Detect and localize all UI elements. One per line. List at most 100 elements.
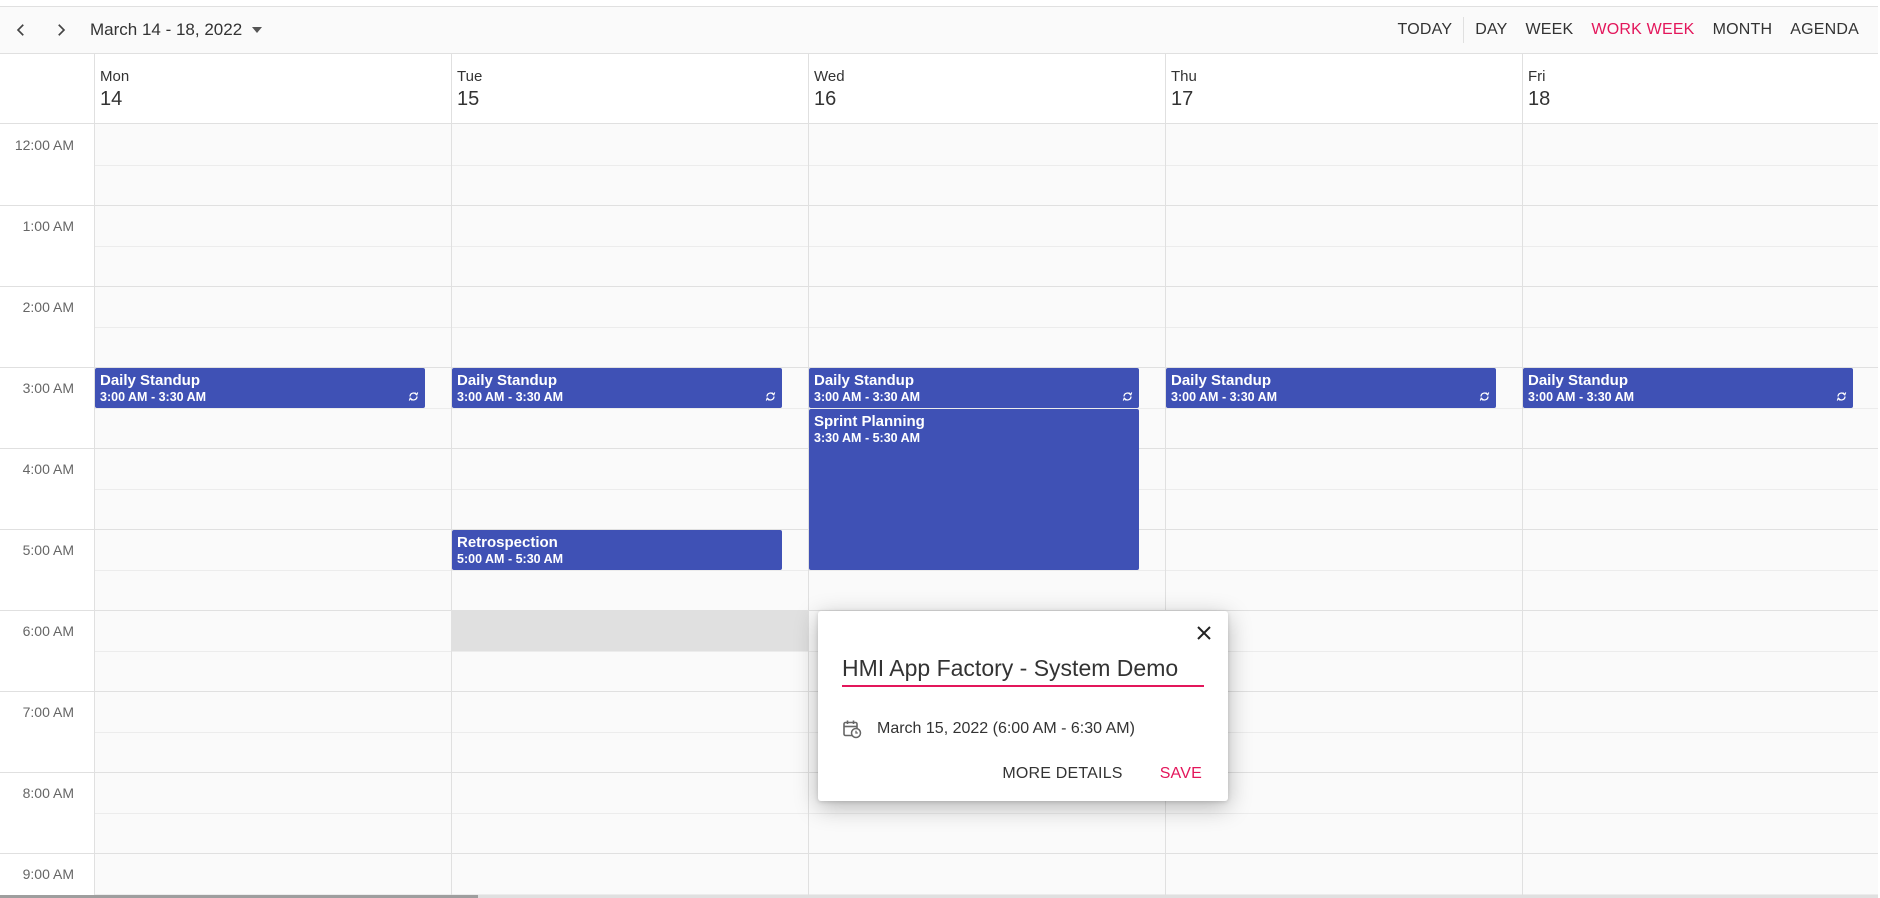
view-agenda-button[interactable]: AGENDA [1781,21,1868,39]
slot-divider [95,529,451,530]
appointment-daily-standup[interactable]: Daily Standup 3:00 AM - 3:30 AM [452,368,782,408]
appointment-time: 3:00 AM - 3:30 AM [1171,390,1278,404]
time-label: 9:00 AM [22,866,74,882]
day-name: Thu [1171,68,1197,85]
day-number[interactable]: 14 [100,88,451,111]
time-label: 6:00 AM [22,623,74,639]
day-number[interactable]: 15 [457,88,808,111]
day-column-tue[interactable] [451,124,808,896]
slot-divider [1523,407,1878,409]
day-header-tue[interactable]: Tue 15 [451,54,808,124]
slot-divider [809,326,1165,328]
slot-divider [1523,529,1878,530]
day-header-fri[interactable]: Fri 18 [1522,54,1878,124]
day-column-mon[interactable] [94,124,451,896]
slot-divider [1166,326,1522,328]
appointment-daily-standup[interactable]: Daily Standup 3:00 AM - 3:30 AM [1166,368,1496,408]
slot-divider [452,245,808,247]
slot-divider [95,326,451,328]
previous-button[interactable] [2,11,40,49]
slot-divider [1523,650,1878,652]
slot-divider [95,488,451,490]
save-button[interactable]: SAVE [1152,761,1210,787]
slot-divider [1166,812,1522,814]
slot-divider [1523,731,1878,733]
slot-divider [452,772,808,773]
date-range-label: March 14 - 18, 2022 [90,20,243,39]
more-details-button[interactable]: MORE DETAILS [994,761,1130,787]
next-button[interactable] [42,11,80,49]
appointment-time: 3:30 AM - 5:30 AM [814,430,921,445]
time-label: 1:00 AM [22,218,74,234]
scheduler: March 14 - 18, 2022 TODAY DAY WEEK WORK WEE… [0,0,1880,898]
time-label: 8:00 AM [22,785,74,801]
time-divider [0,772,94,773]
day-number[interactable]: 16 [814,88,1165,111]
day-header-thu[interactable]: Thu 17 [1165,54,1522,124]
appointment-daily-standup[interactable]: Daily Standup 3:00 AM - 3:30 AM [95,368,425,408]
slot-divider [452,650,808,652]
slot-divider [809,286,1165,287]
day-number[interactable]: 17 [1171,88,1522,111]
slot-divider [95,448,451,449]
recurrence-icon [408,391,419,401]
date-range-picker[interactable]: March 14 - 18, 2022 [90,20,263,40]
view-day-button[interactable]: DAY [1466,21,1516,39]
slot-divider [1523,610,1878,611]
appointment-daily-standup[interactable]: Daily Standup 3:00 AM - 3:30 AM [809,368,1139,408]
appointment-time: 5:00 AM - 5:30 AM [457,552,564,566]
appointment-time: 3:00 AM - 3:30 AM [1528,390,1635,404]
header-corner [0,54,94,124]
slot-divider [1166,286,1522,287]
appointment-title: Sprint Planning [814,412,925,430]
appointment-retrospection[interactable]: Retrospection 5:00 AM - 5:30 AM [452,530,782,570]
slot-divider [1523,164,1878,166]
view-today-button[interactable]: TODAY [1389,21,1462,39]
recurrence-icon [765,391,776,401]
slot-divider [95,164,451,166]
slot-divider [452,731,808,733]
slot-divider [1523,853,1878,854]
day-name: Mon [100,68,130,85]
day-header-wed[interactable]: Wed 16 [808,54,1165,124]
slot-divider [1523,448,1878,449]
view-week-button[interactable]: WEEK [1517,21,1583,39]
appointment-title: Daily Standup [100,372,201,389]
quick-info-popup: March 15, 2022 (6:00 AM - 6:30 AM) MORE … [818,611,1228,801]
slot-divider [1523,286,1878,287]
appointment-title: Daily Standup [457,372,558,389]
day-name: Fri [1528,68,1546,85]
slot-divider [95,731,451,733]
appointment-time: 3:00 AM - 3:30 AM [457,390,564,404]
slot-divider [95,772,451,773]
day-number[interactable]: 18 [1528,88,1878,111]
appointment-sprint-planning[interactable]: Sprint Planning 3:30 AM - 5:30 AM [809,408,1139,570]
slot-divider [809,164,1165,166]
time-column: 12:00 AM 1:00 AM 2:00 AM 3:00 AM 4:00 AM 5:00… [0,124,94,896]
slot-divider [809,812,1165,814]
slot-divider [1166,488,1522,490]
view-month-button[interactable]: MONTH [1704,21,1782,39]
calendar-clock-icon [843,720,862,739]
slot-divider [452,569,808,571]
slot-divider [809,569,1165,571]
day-header-mon[interactable]: Mon 14 [94,54,451,124]
slot-divider [1523,772,1878,773]
close-icon [1197,626,1211,640]
appointment-title: Retrospection [457,534,558,551]
close-button[interactable] [1194,623,1214,643]
slot-divider [95,407,451,409]
view-work-week-button[interactable]: WORK WEEK [1582,21,1703,39]
day-column-fri[interactable] [1522,124,1878,896]
slot-divider [452,164,808,166]
slot-divider [1166,407,1522,409]
recurrence-icon [1836,391,1847,401]
time-divider [0,691,94,692]
chevron-right-icon [58,24,66,36]
event-date-text: March 15, 2022 (6:00 AM - 6:30 AM) [877,720,1135,737]
event-subject-input[interactable] [842,651,1204,687]
slot-divider [1523,691,1878,692]
appointment-daily-standup[interactable]: Daily Standup 3:00 AM - 3:30 AM [1523,368,1853,408]
slot-divider [1523,326,1878,328]
selected-time-slot[interactable] [452,610,808,651]
